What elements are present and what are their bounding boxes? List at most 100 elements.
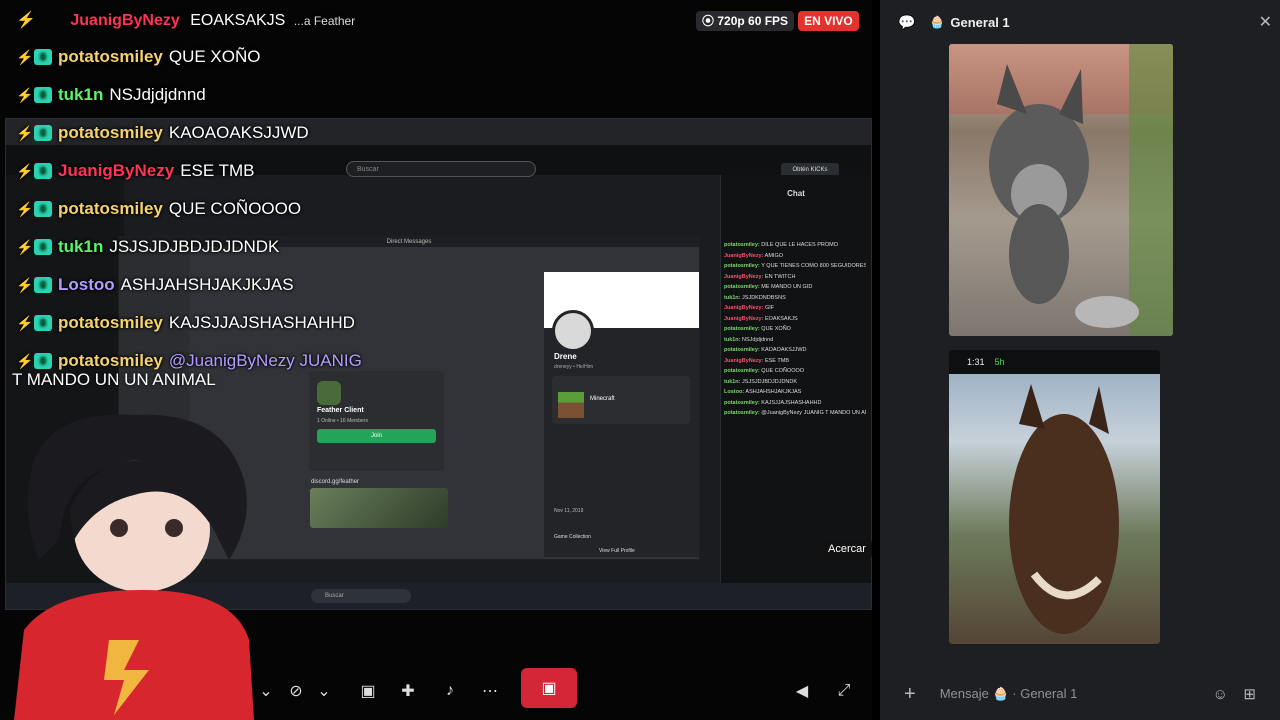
chat-username: potatosmiley bbox=[58, 47, 163, 66]
bolt-icon: ⚡ bbox=[16, 238, 34, 255]
screen-chat-line: Lostoo: ASHJAHSHJAKJKJAS bbox=[724, 387, 866, 398]
screen-chat-username: potatosmiley: bbox=[724, 263, 760, 269]
call-controls: ⌄ ⊘ ⌄ ▣ ✚ ♪ ⋯ ▣ ◀ ⤢ bbox=[0, 660, 872, 720]
screen-chat-text: QUE XOÑO bbox=[761, 326, 791, 332]
screen-chat-username: JuanigByNezy: bbox=[724, 315, 764, 322]
profile-name: Drene bbox=[554, 352, 577, 361]
screen-chat-line: potatosmiley: KAOAOAKSJJWD bbox=[724, 345, 866, 356]
game-collection: Game Collection bbox=[554, 534, 591, 540]
taskbar-search: Buscar bbox=[311, 589, 411, 603]
sub-badge-icon: 8 bbox=[34, 125, 52, 141]
screen-chat-username: potatosmiley: bbox=[724, 399, 760, 406]
screen-chat-username: JuanigByNezy: bbox=[724, 305, 764, 311]
profile-avatar bbox=[552, 310, 594, 352]
feather-icon bbox=[317, 381, 341, 405]
overlay-chat-message: ⚡ 8 potatosmiley KAJSJJAJSHASHAHHD bbox=[8, 304, 428, 342]
screen-chat-text: ASHJAHSHJAKJKJAS bbox=[745, 389, 802, 395]
phone-time: 1:31 bbox=[967, 357, 985, 367]
chat-text: KAOAOAKSJJWD bbox=[168, 123, 309, 142]
chat-bubble-icon[interactable]: 💬 bbox=[898, 14, 915, 31]
overlay-chat-message: ⚡ 8 Lostoo ASHJAHSHJAKJKJAS bbox=[8, 266, 428, 304]
volume-icon[interactable]: ◀ bbox=[786, 678, 818, 704]
end-call-icon: ▣ bbox=[541, 680, 557, 697]
screen-chat-text: KAOAOAKSJJWD bbox=[761, 347, 807, 353]
message-composer[interactable]: + Mensaje 🧁 · General 1 ☺ ⊞ bbox=[890, 672, 1270, 716]
add-attachment-icon[interactable]: + bbox=[904, 683, 916, 706]
screen-chat-line: potatosmiley: @JuanigByNezy JUANIG T MAN… bbox=[724, 408, 866, 419]
kick-chat-messages: potatosmiley: DILE QUE LE HACES PROMO Jua… bbox=[724, 240, 866, 419]
screen-chat-line: potatosmiley: QUE XOÑO bbox=[724, 324, 866, 335]
top-text: EOAKSAKJS bbox=[190, 12, 286, 29]
chat-username: tuk1n bbox=[58, 237, 104, 256]
channel-side-panel: 💬 🧁 General 1 ✕ 1:31 5h + Mensaje 🧁 · Ge… bbox=[880, 0, 1280, 720]
screen-chat-line: potatosmiley: DILE QUE LE HACES PROMO bbox=[724, 240, 866, 251]
chat-username: potatosmiley bbox=[58, 199, 163, 218]
screen-share-icon[interactable]: ▣ bbox=[352, 678, 384, 704]
screen-chat-text: QUE COÑOOOO bbox=[761, 368, 805, 374]
overlay-chat-message: ⚡ 8 potatosmiley QUE COÑOOOO bbox=[8, 190, 428, 228]
screen-chat-username: potatosmiley: bbox=[724, 368, 760, 374]
screen-chat-username: JuanigByNezy: bbox=[724, 357, 764, 364]
sub-badge-icon: 8 bbox=[34, 277, 52, 293]
overlay-notice: ...a Feather bbox=[293, 14, 356, 28]
quality-label: 720p 60 FPS bbox=[717, 14, 789, 28]
emoji-icon[interactable]: ☺ bbox=[1213, 686, 1228, 703]
overlay-chat-message: ⚡ 8 potatosmiley QUE XOÑO bbox=[8, 38, 428, 76]
more-icon[interactable]: ⋯ bbox=[474, 678, 506, 704]
sub-badge-icon: 8 bbox=[34, 49, 52, 65]
invite-server-name: Feather Client bbox=[317, 407, 364, 414]
screen-chat-line: tuk1n: JSJSJDJBDJDJDNDK bbox=[724, 377, 866, 388]
quality-badge: ⦿ 720p 60 FPS bbox=[696, 11, 795, 31]
fullscreen-icon[interactable]: ⤢ bbox=[828, 678, 860, 704]
playing-game: Minecraft bbox=[590, 396, 615, 402]
horse-photo[interactable]: 1:31 5h bbox=[949, 350, 1160, 644]
screen-chat-username: JuanigByNezy: bbox=[724, 273, 764, 280]
channel-title: General 1 bbox=[950, 14, 1010, 30]
profile-tag: dreneyy • He/Him bbox=[554, 364, 593, 370]
dog-photo[interactable] bbox=[949, 44, 1173, 336]
close-icon[interactable]: ✕ bbox=[1259, 12, 1272, 32]
bolt-icon: ⚡ bbox=[16, 12, 36, 29]
invite-link: discord.gg/feather bbox=[311, 479, 360, 485]
member-since: Nov 11, 2019 bbox=[554, 508, 584, 514]
sub-badge-icon: 8 bbox=[34, 315, 52, 331]
screen-chat-username: JuanigByNezy: bbox=[724, 252, 764, 259]
invite-server-stats: 1 Online • 16 Members bbox=[317, 418, 368, 424]
chat-text: KAJSJJAJSHASHAHHD bbox=[168, 313, 355, 332]
sub-badge-icon: 8 bbox=[34, 201, 52, 217]
activities-icon[interactable]: ✚ bbox=[392, 678, 424, 704]
overlay-chat-message: ⚡ 8 JuanigByNezy ESE TMB bbox=[8, 152, 428, 190]
apps-icon[interactable]: ⊞ bbox=[1243, 685, 1256, 703]
screen-chat-username: tuk1n: bbox=[724, 378, 741, 385]
stream-view[interactable]: Buscar Obtén KICKs Chat Buscar Direct Me… bbox=[0, 0, 872, 720]
screen-chat-text: KAJSJJAJSHASHAHHD bbox=[761, 399, 822, 406]
chevron-down-icon[interactable]: ⌄ bbox=[250, 678, 282, 704]
screen-chat-username: potatosmiley: bbox=[724, 326, 760, 332]
chat-text: ESE TMB bbox=[180, 161, 255, 180]
video-thumbnail bbox=[310, 488, 448, 528]
overlay-chat-message: ⚡ 8 tuk1n NSJdjdjdnnd bbox=[8, 76, 428, 114]
bolt-icon: ⚡ bbox=[16, 352, 34, 369]
composer-placeholder[interactable]: Mensaje 🧁 · General 1 bbox=[940, 686, 1078, 702]
screen-chat-line: JuanigByNezy: AMIGO bbox=[724, 251, 866, 262]
channel-emoji-icon: 🧁 bbox=[929, 15, 945, 29]
chat-username: Lostoo bbox=[58, 275, 115, 294]
phone-timer: 5h bbox=[994, 357, 1005, 367]
server-invite-card: Feather Client 1 Online • 16 Members Joi… bbox=[309, 371, 444, 471]
sub-badge-icon: 8 bbox=[34, 163, 52, 179]
chat-username: JuanigByNezy bbox=[58, 161, 175, 180]
chat-text: ASHJAHSHJAKJKJAS bbox=[120, 275, 294, 294]
camera-options-chevron-icon[interactable]: ⌄ bbox=[308, 678, 340, 704]
screen-chat-line: potatosmiley: Y QUE TIENES COMO 800 SEGU… bbox=[724, 261, 866, 272]
bolt-icon: ⚡ bbox=[16, 48, 34, 65]
screen-chat-text: DILE QUE LE HACES PROMO bbox=[761, 242, 839, 248]
screen-chat-text: GIF bbox=[764, 305, 775, 311]
minecraft-icon bbox=[558, 392, 584, 418]
end-call-button[interactable]: ▣ bbox=[521, 668, 577, 708]
screen-chat-line: tuk1n: NSJdjdjdnnd bbox=[724, 335, 866, 346]
screen-chat-text: @JuanigByNezy JUANIG T MANDO UN ANIMAL bbox=[761, 410, 866, 416]
screen-chat-line: JuanigByNezy: EOAKSAKJS bbox=[724, 314, 866, 325]
soundboard-icon[interactable]: ♪ bbox=[434, 678, 466, 704]
stream-status: ⦿ 720p 60 FPS EN VIVO bbox=[696, 11, 859, 31]
screen-chat-line: JuanigByNezy: GIF bbox=[724, 303, 866, 314]
